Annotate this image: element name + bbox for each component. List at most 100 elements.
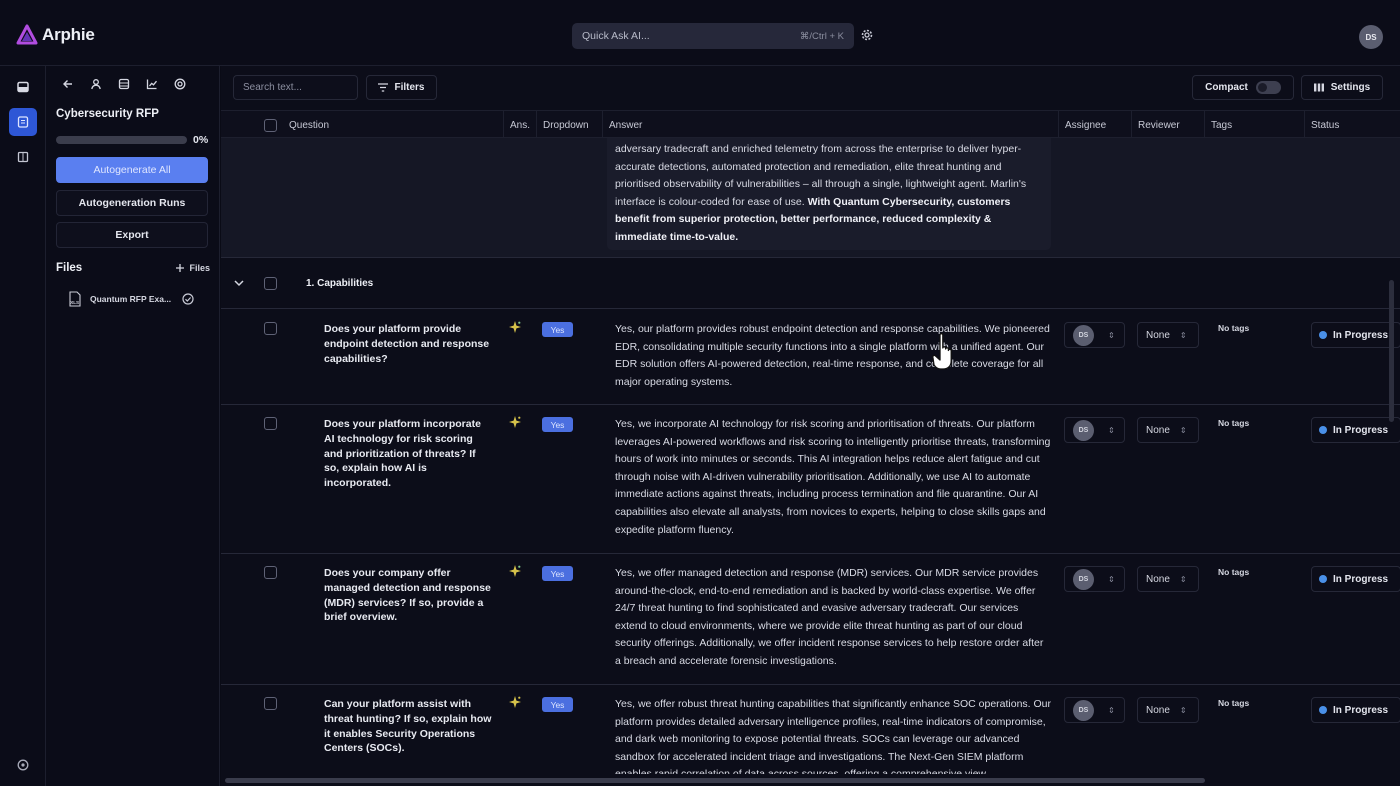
plus-icon <box>176 264 184 272</box>
assignee-select[interactable]: DS⇕ <box>1064 322 1125 348</box>
autogeneration-runs-button[interactable]: Autogeneration Runs <box>56 190 208 216</box>
compact-toggle[interactable]: Compact <box>1192 75 1294 100</box>
column-status[interactable]: Status <box>1304 111 1400 139</box>
autogenerate-all-button[interactable]: Autogenerate All <box>56 157 208 183</box>
horizontal-scrollbar-thumb[interactable] <box>225 778 1205 783</box>
question-text: Does your platform incorporate AI techno… <box>324 417 492 491</box>
row-checkbox[interactable] <box>264 322 277 335</box>
tags-cell[interactable]: No tags <box>1218 567 1249 577</box>
dropdown-badge[interactable]: Yes <box>542 566 573 581</box>
tags-cell[interactable]: No tags <box>1218 698 1249 708</box>
assignee-select[interactable]: DS⇕ <box>1064 417 1125 443</box>
rail-inbox-button[interactable] <box>9 73 37 101</box>
rail-library-button[interactable] <box>9 143 37 171</box>
status-select[interactable]: In Progress <box>1311 697 1400 723</box>
quick-ask-placeholder: Quick Ask AI... <box>582 30 650 42</box>
app-logo[interactable]: Arphie <box>16 24 95 46</box>
sparkle-icon[interactable] <box>509 696 521 708</box>
column-answer[interactable]: Answer <box>602 111 1058 139</box>
status-select[interactable]: In Progress <box>1311 417 1400 443</box>
table-row[interactable]: Does your company offer managed detectio… <box>221 554 1400 685</box>
panel-nav <box>62 78 186 90</box>
sparkle-icon[interactable] <box>509 565 521 577</box>
answer-text[interactable]: Yes, our platform provides robust endpoi… <box>615 321 1051 391</box>
assignee-avatar: DS <box>1073 420 1094 441</box>
column-tags[interactable]: Tags <box>1204 111 1304 139</box>
chart-icon[interactable] <box>146 78 158 90</box>
sort-arrows-icon: ⇕ <box>1180 575 1187 584</box>
table-toolbar: Search text... Filters Compact Settings <box>221 66 1400 110</box>
group-checkbox[interactable] <box>264 277 277 290</box>
assignee-select[interactable]: DS⇕ <box>1064 697 1125 723</box>
quick-ask-input[interactable]: Quick Ask AI... ⌘/Ctrl + K <box>572 23 854 49</box>
column-reviewer[interactable]: Reviewer <box>1131 111 1204 139</box>
reviewer-select[interactable]: None⇕ <box>1137 566 1199 592</box>
previous-row[interactable]: adversary tradecraft and enriched teleme… <box>221 138 1400 258</box>
table-row[interactable]: Can your platform assist with threat hun… <box>221 685 1400 774</box>
table-header: Question Ans. Dropdown Answer Assignee R… <box>221 110 1400 138</box>
status-select[interactable]: In Progress <box>1311 322 1400 348</box>
filter-icon <box>378 83 388 92</box>
reviewer-value: None <box>1146 330 1170 341</box>
document-icon <box>17 116 29 128</box>
table-row[interactable]: Does your platform provide endpoint dete… <box>221 310 1400 405</box>
back-arrow-icon[interactable] <box>62 78 74 90</box>
reviewer-select[interactable]: None⇕ <box>1137 417 1199 443</box>
select-all-checkbox[interactable] <box>264 119 277 132</box>
filters-label: Filters <box>394 82 424 93</box>
filters-button[interactable]: Filters <box>366 75 437 100</box>
status-dot <box>1319 575 1327 583</box>
table-row[interactable]: Does your platform incorporate AI techno… <box>221 405 1400 554</box>
tags-cell[interactable]: No tags <box>1218 323 1249 333</box>
chevron-down-icon[interactable] <box>234 280 244 287</box>
column-assignee[interactable]: Assignee <box>1058 111 1131 139</box>
assignee-select[interactable]: DS⇕ <box>1064 566 1125 592</box>
answer-text[interactable]: Yes, we incorporate AI technology for ri… <box>615 416 1051 539</box>
settings-button[interactable]: Settings <box>1301 75 1383 100</box>
files-header: Files Files <box>56 262 210 274</box>
target-icon[interactable] <box>174 78 186 90</box>
sort-arrows-icon: ⇕ <box>1108 706 1115 715</box>
dropdown-badge[interactable]: Yes <box>542 322 573 337</box>
project-panel: Cybersecurity RFP 0% Autogenerate All Au… <box>46 66 220 786</box>
column-question[interactable]: Question <box>221 111 503 139</box>
columns-icon <box>1314 83 1324 92</box>
tags-cell[interactable]: No tags <box>1218 418 1249 428</box>
user-avatar[interactable]: DS <box>1359 25 1383 49</box>
sparkle-icon[interactable] <box>509 416 521 428</box>
export-button[interactable]: Export <box>56 222 208 248</box>
search-input[interactable]: Search text... <box>233 75 358 100</box>
rail-projects-button[interactable] <box>9 108 37 136</box>
sort-arrows-icon: ⇕ <box>1180 426 1187 435</box>
question-text: Does your company offer managed detectio… <box>324 566 492 625</box>
database-icon[interactable] <box>118 78 130 90</box>
gear-icon[interactable] <box>860 28 874 42</box>
horizontal-scrollbar[interactable] <box>221 774 1400 786</box>
status-select[interactable]: In Progress <box>1311 566 1400 592</box>
sparkle-icon[interactable] <box>509 321 521 333</box>
add-files-button[interactable]: Files <box>176 263 210 273</box>
column-dropdown[interactable]: Dropdown <box>536 111 602 139</box>
row-checkbox[interactable] <box>264 697 277 710</box>
status-label: In Progress <box>1333 574 1388 585</box>
row-checkbox[interactable] <box>264 566 277 579</box>
add-files-label: Files <box>189 263 210 273</box>
column-ans[interactable]: Ans. <box>503 111 536 139</box>
answer-text[interactable]: Yes, we offer robust threat hunting capa… <box>615 696 1051 774</box>
compact-switch[interactable] <box>1256 81 1281 94</box>
group-row[interactable]: 1. Capabilities <box>221 259 1400 309</box>
file-item[interactable]: XLS Quantum RFP Exa... <box>68 291 196 307</box>
vertical-scrollbar[interactable] <box>1389 280 1394 422</box>
sort-arrows-icon: ⇕ <box>1180 706 1187 715</box>
reviewer-select[interactable]: None⇕ <box>1137 697 1199 723</box>
user-icon[interactable] <box>90 78 102 90</box>
dropdown-badge[interactable]: Yes <box>542 417 573 432</box>
answer-text[interactable]: Yes, we offer managed detection and resp… <box>615 565 1051 671</box>
reviewer-select[interactable]: None⇕ <box>1137 322 1199 348</box>
previous-answer-cell[interactable]: adversary tradecraft and enriched teleme… <box>607 138 1051 250</box>
row-checkbox[interactable] <box>264 417 277 430</box>
question-text: Does your platform provide endpoint dete… <box>324 322 492 366</box>
check-circle-icon <box>182 293 194 305</box>
rail-help-button[interactable] <box>9 751 37 779</box>
dropdown-badge[interactable]: Yes <box>542 697 573 712</box>
